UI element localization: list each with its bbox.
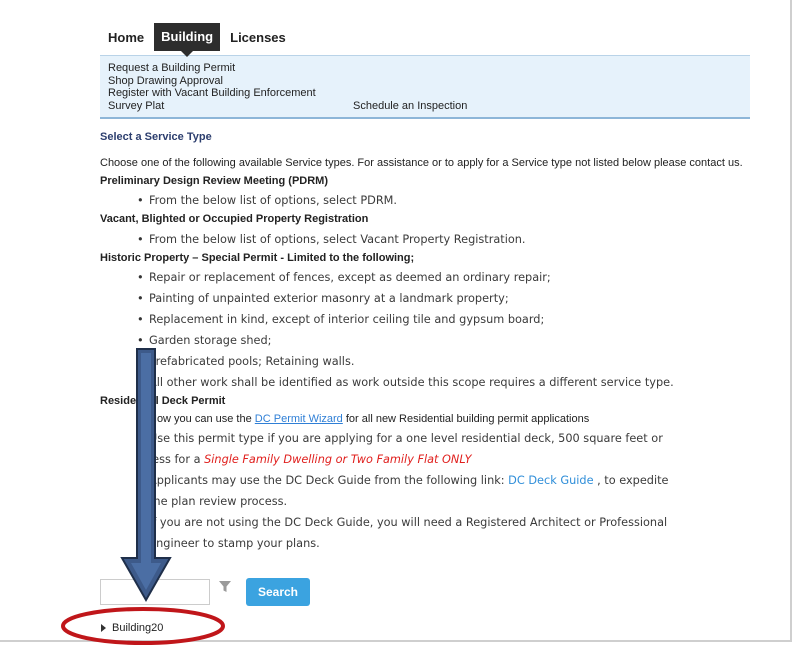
tab-home-label: Home [108,30,145,45]
tab-licenses-label: Licenses [230,30,286,45]
wizard-post-text: for all new Residential building permit … [342,412,590,425]
dc-deck-guide-link[interactable]: DC Deck Guide [508,474,593,487]
wizard-pre-text: Now you can use the [149,412,255,425]
dc-permit-wizard-link[interactable]: DC Permit Wizard [255,413,343,425]
tab-building-label: Building [161,29,214,44]
tree-item-label: Building20 [112,622,164,634]
submenu-survey-plat[interactable]: Survey Plat [108,100,353,113]
list-item: Applicants may use the DC Deck Guide fro… [100,470,750,491]
building-submenu: Request a Building Permit Shop Drawing A… [100,55,750,119]
deck-b3-line2: Engineer to stamp your plans. [149,536,320,550]
tree-item-building20[interactable]: Building20 [101,622,163,634]
deck-b1-line1: Use this permit type if you are applying… [149,431,663,445]
intro-text: Choose one of the following available Se… [100,157,743,169]
list-item: If you are not using the DC Deck Guide, … [100,512,750,533]
filter-icon[interactable] [218,580,232,594]
deck-b2-line1-pre: Applicants may use the DC Deck Guide fro… [149,473,509,487]
deck-b2-line1-post: , to expedite [593,473,669,487]
search-area: Search [100,578,310,606]
permit-wizard-note: Now you can use the DC Permit Wizard for… [100,411,750,428]
search-button[interactable]: Search [246,578,310,606]
list-item-continuation: Engineer to stamp your plans. [100,533,750,554]
search-input[interactable] [100,579,210,605]
submenu-register-vacant-building[interactable]: Register with Vacant Building Enforcemen… [108,87,742,100]
deck-heading: Residential Deck Permit [100,395,226,407]
list-item: Garden storage shed; [100,330,750,351]
list-item: From the below list of options, select P… [100,190,750,211]
deck-b1-red-text: Single Family Dwelling or Two Family Fla… [204,452,472,466]
submenu-request-building-permit[interactable]: Request a Building Permit [108,62,742,75]
vacant-list: From the below list of options, select V… [100,229,750,250]
main-content: Home Building Licenses Request a Buildin… [100,18,750,554]
deck-list: Use this permit type if you are applying… [100,428,750,554]
tab-home[interactable]: Home [100,24,152,51]
list-item-continuation: the plan review process. [100,491,750,512]
tab-building[interactable]: Building [154,23,221,57]
historic-list: Repair or replacement of fences, except … [100,267,750,393]
active-tab-caret [181,51,194,57]
list-item: Repair or replacement of fences, except … [100,267,750,288]
list-item-continuation: less for a Single Family Dwelling or Two… [100,449,750,470]
pdrm-list: From the below list of options, select P… [100,190,750,211]
triangle-right-icon[interactable] [101,624,106,632]
service-type-description: Choose one of the following available Se… [100,155,750,554]
section-title: Select a Service Type [100,131,212,143]
submenu-last-row: Survey Plat Schedule an Inspection [108,100,742,113]
deck-b2-line2: the plan review process. [149,494,288,508]
list-item: All other work shall be identified as wo… [100,372,750,393]
list-item: Prefabricated pools; Retaining walls. [100,351,750,372]
historic-heading: Historic Property – Special Permit - Lim… [100,251,415,264]
pdrm-heading: Preliminary Design Review Meeting (PDRM) [100,174,328,187]
vacant-heading: Vacant, Blighted or Occupied Property Re… [100,213,369,225]
list-item: From the below list of options, select V… [100,229,750,250]
tab-licenses[interactable]: Licenses [222,24,294,51]
deck-b3-line1: If you are not using the DC Deck Guide, … [149,515,668,529]
list-item: Use this permit type if you are applying… [100,428,750,449]
deck-b1-line2-pre: less for a [149,452,205,466]
submenu-shop-drawing-approval[interactable]: Shop Drawing Approval [108,75,742,88]
list-item: Painting of unpainted exterior masonry a… [100,288,750,309]
list-item: Replacement in kind, except of interior … [100,309,750,330]
tab-bar: Home Building Licenses [100,18,750,57]
submenu-schedule-inspection[interactable]: Schedule an Inspection [353,100,467,113]
